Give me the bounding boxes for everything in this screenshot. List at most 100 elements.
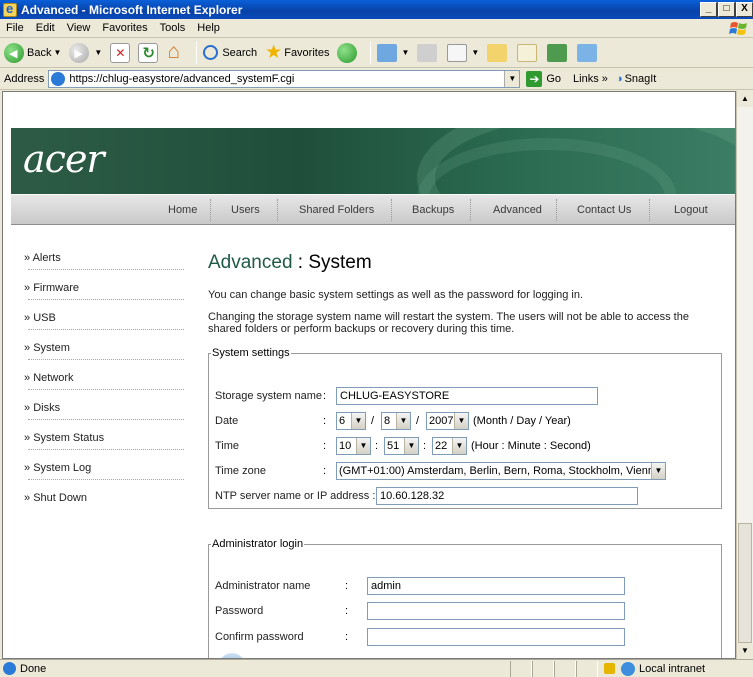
folder-button[interactable]: [485, 41, 511, 65]
confirm-password-label: Confirm password: [215, 631, 304, 643]
ntp-server-input[interactable]: 10.60.128.32: [376, 487, 638, 505]
menu-view[interactable]: View: [61, 22, 97, 34]
mail-button[interactable]: ▼: [375, 41, 411, 65]
confirm-password-input[interactable]: [367, 628, 625, 646]
menu-favorites[interactable]: Favorites: [96, 22, 153, 34]
nav-contact-us[interactable]: Contact Us: [577, 204, 631, 216]
window-controls: _ □ X: [700, 2, 753, 17]
nav-shared-folders[interactable]: Shared Folders: [299, 204, 374, 216]
time-hour-select[interactable]: 10 ▼: [336, 437, 371, 455]
maximize-button[interactable]: □: [718, 2, 735, 17]
timezone-select[interactable]: (GMT+01:00) Amsterdam, Berlin, Bern, Rom…: [336, 462, 666, 480]
close-button[interactable]: X: [736, 2, 753, 17]
colon: :: [345, 631, 349, 643]
menu-tools[interactable]: Tools: [154, 22, 192, 34]
edit-button[interactable]: ▼: [445, 41, 481, 65]
print-button[interactable]: [415, 41, 441, 65]
sidebar-item-shut-down[interactable]: » Shut Down: [24, 488, 184, 518]
chevron-down-icon[interactable]: ▼: [401, 48, 409, 57]
back-button[interactable]: ◀ Back ▼: [2, 41, 63, 65]
media-button[interactable]: [335, 41, 362, 65]
admin-name-input[interactable]: admin: [367, 577, 625, 595]
scroll-up-icon[interactable]: ▲: [737, 91, 753, 107]
chevron-down-icon[interactable]: ▼: [504, 70, 520, 87]
date-separator: /: [371, 415, 375, 427]
divider: [28, 359, 184, 360]
date-label: Date: [215, 415, 239, 427]
go-button[interactable]: ➔ Go: [526, 70, 562, 87]
intranet-icon: [621, 661, 635, 676]
chevron-down-icon[interactable]: ▼: [94, 48, 102, 57]
links-button[interactable]: Links »: [573, 73, 608, 85]
toolbar-separator: [370, 41, 372, 64]
title-bar: Advanced - Microsoft Internet Explorer _…: [0, 0, 753, 19]
messenger-button[interactable]: [545, 41, 571, 65]
mail-icon: [377, 43, 398, 62]
snagit-label: SnagIt: [624, 72, 657, 85]
chevron-down-icon[interactable]: ▼: [53, 48, 61, 57]
forward-arrow-icon: ▶: [69, 42, 90, 63]
chevron-right-icon: »: [24, 402, 31, 414]
toolbar-separator: [196, 41, 198, 64]
refresh-button[interactable]: [136, 41, 160, 65]
search-button[interactable]: Search: [201, 41, 259, 65]
nav-backups[interactable]: Backups: [412, 204, 454, 216]
minimize-button[interactable]: _: [700, 2, 717, 17]
chevron-down-icon: ▼: [396, 413, 410, 429]
sidebar-item-system-status[interactable]: » System Status: [24, 428, 184, 458]
sidebar-item-alerts[interactable]: » Alerts: [24, 248, 184, 278]
timezone-label: Time zone: [215, 465, 266, 477]
snagit-button[interactable]: ◑ SnagIt: [616, 73, 656, 85]
colon: :: [323, 415, 327, 427]
storage-name-label: Storage system name: [215, 390, 322, 402]
sidebar-item-system-log[interactable]: » System Log: [24, 458, 184, 488]
menu-edit[interactable]: Edit: [30, 22, 61, 34]
forward-button[interactable]: ▶ ▼: [67, 41, 104, 65]
vertical-scrollbar[interactable]: ▲ ▼: [736, 91, 753, 659]
sidebar-item-disks[interactable]: » Disks: [24, 398, 184, 428]
sidebar-item-label: System Log: [33, 462, 92, 474]
messenger-icon: [547, 43, 568, 62]
sidebar-item-label: Shut Down: [33, 492, 87, 504]
date-day-select[interactable]: 8 ▼: [381, 412, 411, 430]
sidebar-item-label: Alerts: [32, 252, 61, 264]
menu-file[interactable]: File: [0, 22, 30, 34]
scroll-down-icon[interactable]: ▼: [737, 643, 753, 659]
nav-home[interactable]: Home: [168, 204, 197, 216]
date-month-select[interactable]: 6 ▼: [336, 412, 366, 430]
sidebar-item-system[interactable]: » System: [24, 338, 184, 368]
sidebar-item-usb[interactable]: » USB: [24, 308, 184, 338]
time-minute-select[interactable]: 51 ▼: [384, 437, 419, 455]
time-format-note: (Hour : Minute : Second): [471, 440, 591, 452]
status-cell: [554, 660, 576, 677]
system-settings-group: System settings Storage system name : CH…: [208, 347, 722, 509]
address-bar: Address https://chlug-easystore/advanced…: [0, 68, 753, 90]
go-label: Go: [546, 72, 562, 85]
home-button[interactable]: [164, 40, 188, 65]
nav-advanced[interactable]: Advanced: [493, 204, 542, 216]
search-icon: [203, 45, 219, 60]
nav-separator: [210, 199, 211, 221]
users-button[interactable]: [575, 41, 601, 65]
date-year-select[interactable]: 2007 ▼: [426, 412, 469, 430]
zone-label: Local intranet: [639, 662, 706, 675]
favorites-button[interactable]: ★ Favorites: [263, 41, 331, 65]
nav-users[interactable]: Users: [231, 204, 260, 216]
chevron-right-icon: »: [24, 432, 31, 444]
chevron-right-icon: »: [24, 252, 31, 264]
scroll-thumb[interactable]: [738, 523, 752, 643]
storage-name-input[interactable]: CHLUG-EASYSTORE: [336, 387, 598, 405]
stop-button[interactable]: [108, 41, 132, 65]
address-input[interactable]: https://chlug-easystore/advanced_systemF…: [48, 69, 521, 88]
time-second-select[interactable]: 22 ▼: [432, 437, 467, 455]
research-icon: [517, 43, 538, 62]
chevron-down-icon[interactable]: ▼: [471, 48, 479, 57]
sidebar-item-label: System: [33, 342, 70, 354]
menu-help[interactable]: Help: [191, 22, 226, 34]
nav-logout[interactable]: Logout: [674, 204, 708, 216]
sidebar-item-firmware[interactable]: » Firmware: [24, 278, 184, 308]
password-input[interactable]: [367, 602, 625, 620]
sidebar-item-network[interactable]: » Network: [24, 368, 184, 398]
sidebar-item-label: System Status: [33, 432, 105, 444]
research-button[interactable]: [515, 41, 541, 65]
